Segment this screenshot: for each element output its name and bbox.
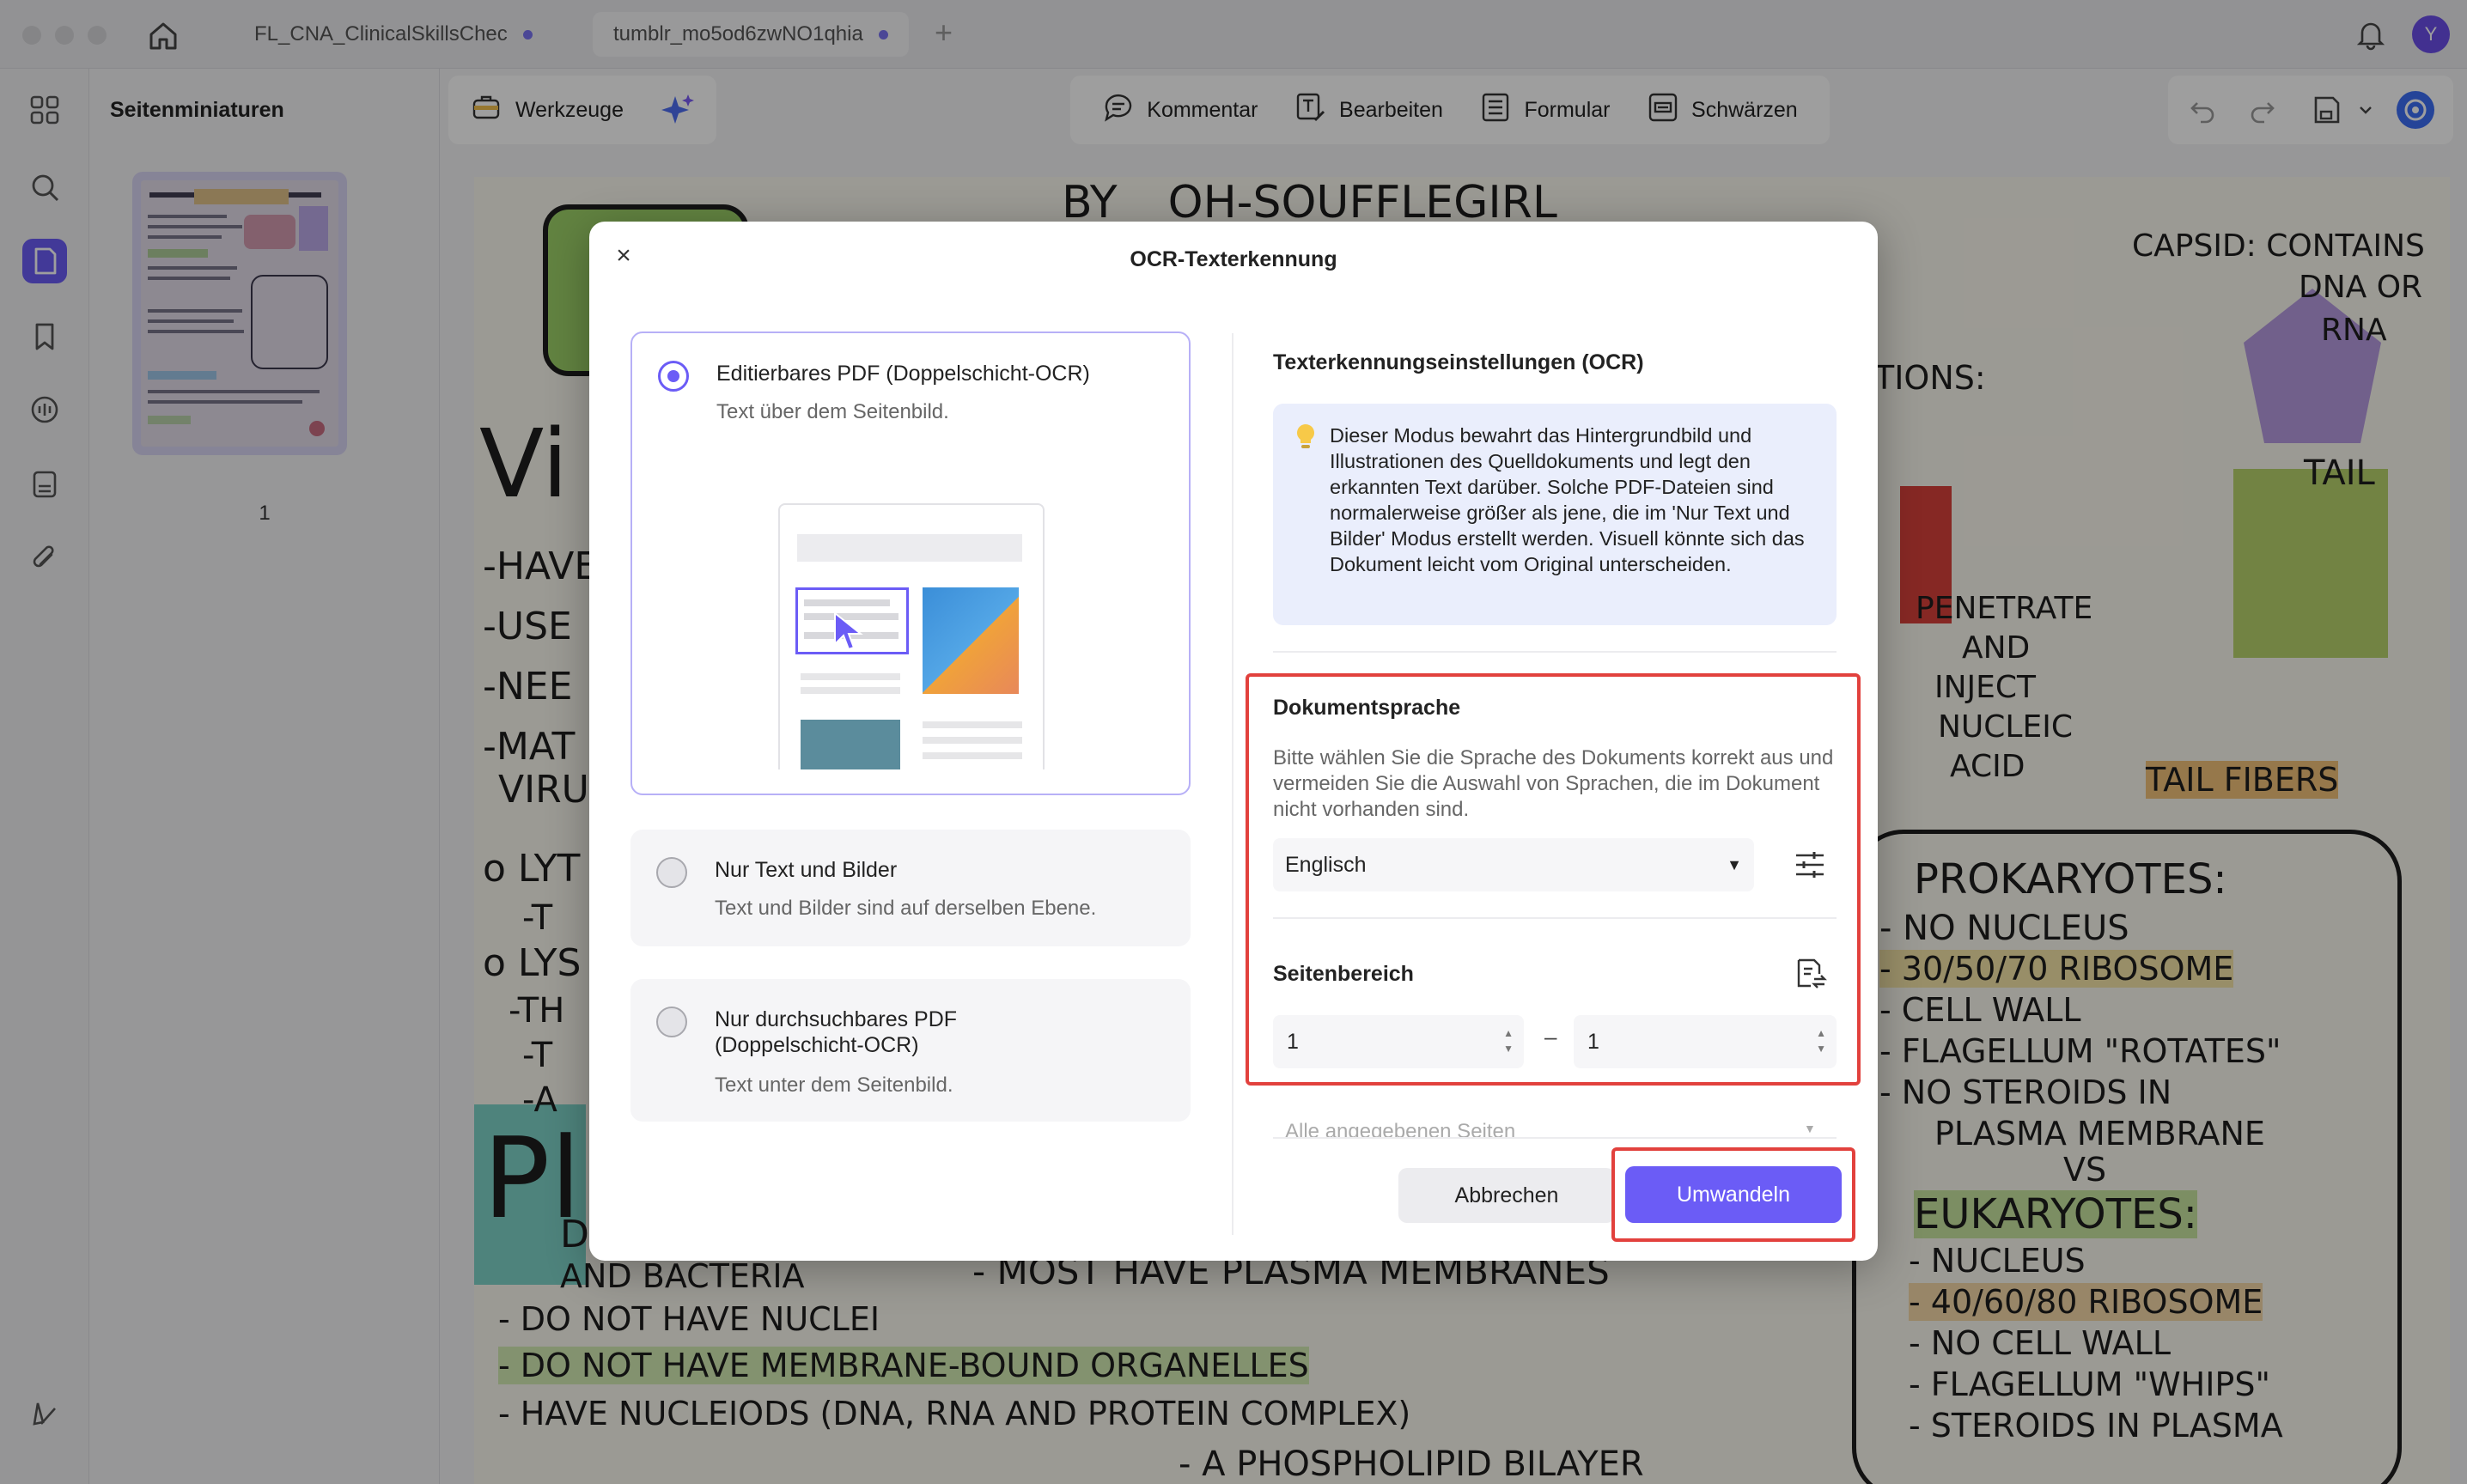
info-text: Dieser Modus bewahrt das Hintergrundbild… xyxy=(1330,424,1805,575)
section-divider xyxy=(1273,651,1837,653)
ocr-dialog: × OCR-Texterkennung Editierbares PDF (Do… xyxy=(589,222,1878,1261)
ocr-settings-title: Texterkennungseinstellungen (OCR) xyxy=(1273,350,1644,374)
stepper-icon[interactable]: ▲ ▼ xyxy=(1816,1025,1826,1056)
page-filter-value: Alle angegebenen Seiten xyxy=(1285,1120,1516,1137)
cursor-icon xyxy=(834,611,863,651)
radio-searchable-pdf[interactable] xyxy=(656,1007,687,1037)
stepper-icon[interactable]: ▲ ▼ xyxy=(1503,1025,1514,1056)
page-range-to-value: 1 xyxy=(1587,1030,1599,1054)
option-title: Nur Text und Bilder xyxy=(715,858,898,882)
info-box: Dieser Modus bewahrt das Hintergrundbild… xyxy=(1273,404,1837,625)
page-range-to-input[interactable]: 1 ▲ ▼ xyxy=(1574,1015,1837,1068)
option-description: Text und Bilder sind auf derselben Ebene… xyxy=(715,897,1097,920)
caret-down-icon: ▼ xyxy=(1727,856,1742,873)
caret-down-icon: ▼ xyxy=(1804,1122,1816,1135)
page-range-from-value: 1 xyxy=(1287,1030,1299,1054)
document-language-title: Dokumentsprache xyxy=(1273,696,1461,720)
lightbulb-icon xyxy=(1294,423,1318,454)
page-range-from-input[interactable]: 1 ▲ ▼ xyxy=(1273,1015,1524,1068)
language-select[interactable]: Englisch ▼ xyxy=(1273,838,1754,891)
section-divider xyxy=(1273,1137,1837,1139)
option-title: Editierbares PDF (Doppelschicht-OCR) xyxy=(716,362,1090,386)
option-searchable-pdf[interactable]: Nur durchsuchbares PDF (Doppelschicht-OC… xyxy=(630,979,1191,1122)
section-divider xyxy=(1273,917,1837,919)
illustration-icon xyxy=(778,503,1045,769)
page-range-icon[interactable] xyxy=(1794,957,1828,995)
radio-text-and-images[interactable] xyxy=(656,857,687,888)
convert-button[interactable]: Umwandeln xyxy=(1625,1166,1842,1223)
option-description: Text unter dem Seitenbild. xyxy=(715,1073,953,1097)
dialog-title: OCR-Texterkennung xyxy=(1130,247,1337,271)
language-settings-icon[interactable] xyxy=(1794,848,1826,885)
page-range-title: Seitenbereich xyxy=(1273,962,1414,986)
option-description: Text über dem Seitenbild. xyxy=(716,400,949,423)
option-text-and-images[interactable]: Nur Text und Bilder Text und Bilder sind… xyxy=(630,830,1191,946)
radio-editable-pdf[interactable] xyxy=(658,361,689,392)
option-editable-pdf[interactable]: Editierbares PDF (Doppelschicht-OCR) Tex… xyxy=(630,331,1191,795)
option-title: Nur durchsuchbares PDF (Doppelschicht-OC… xyxy=(715,1007,958,1057)
page-filter-select[interactable]: Alle angegebenen Seiten ▼ xyxy=(1273,1106,1837,1137)
vertical-divider xyxy=(1232,333,1234,1235)
range-separator: – xyxy=(1544,1024,1557,1049)
cancel-button[interactable]: Abbrechen xyxy=(1398,1168,1615,1223)
language-help-text: Bitte wählen Sie die Sprache des Dokumen… xyxy=(1273,746,1834,821)
language-select-value: Englisch xyxy=(1285,853,1367,877)
